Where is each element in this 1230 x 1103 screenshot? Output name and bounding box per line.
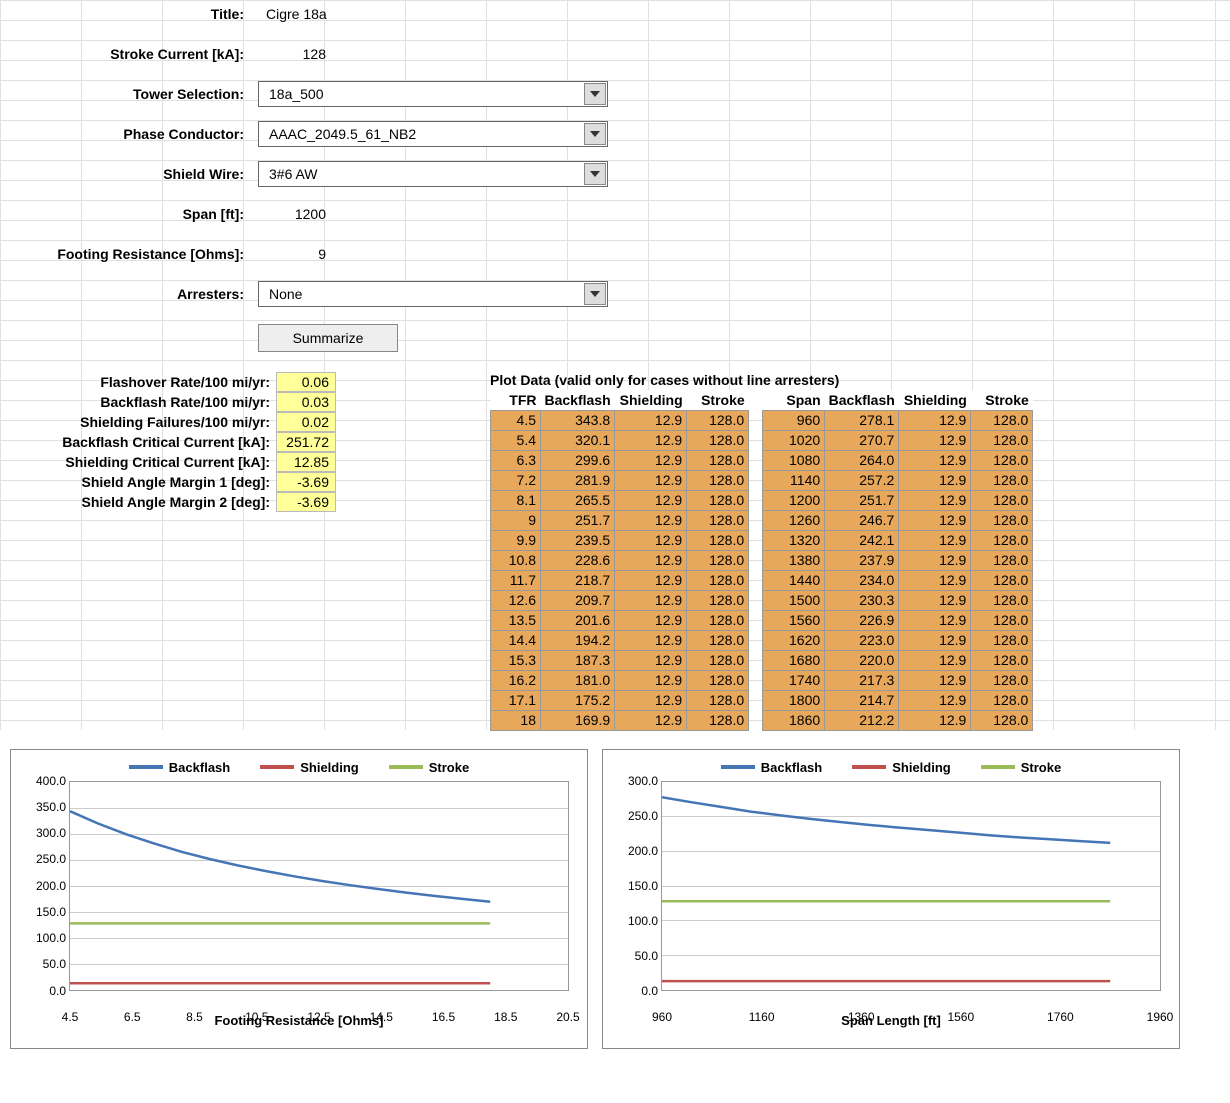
- phase-conductor-value: AAAC_2049.5_61_NB2: [259, 126, 583, 142]
- result-label: Shielding Failures/100 mi/yr:: [0, 414, 276, 430]
- table-row: 13.5201.612.9128.01560226.912.9128.0: [491, 610, 1033, 630]
- chevron-down-icon[interactable]: [584, 283, 606, 305]
- result-label: Shielding Critical Current [kA]:: [0, 454, 276, 470]
- table-row: 12.6209.712.9128.01500230.312.9128.0: [491, 590, 1033, 610]
- result-row: Shielding Failures/100 mi/yr:0.02: [0, 412, 340, 432]
- x-axis-label: Span Length [ft]: [613, 1013, 1169, 1028]
- result-label: Backflash Critical Current [kA]:: [0, 434, 276, 450]
- header-backflash-1: Backflash: [541, 390, 615, 410]
- title-value[interactable]: Cigre 18a: [258, 6, 598, 22]
- legend-backflash: Backflash: [721, 760, 822, 775]
- arresters-label: Arresters:: [0, 286, 258, 302]
- legend-shielding: Shielding: [852, 760, 951, 775]
- charts-row: Backflash Shielding Stroke Critical Curr…: [10, 749, 1220, 1049]
- table-row: 18169.912.9128.01860212.212.9128.0: [491, 710, 1033, 730]
- result-label: Shield Angle Margin 1 [deg]:: [0, 474, 276, 490]
- result-row: Flashover Rate/100 mi/yr:0.06: [0, 372, 340, 392]
- result-row: Backflash Rate/100 mi/yr:0.03: [0, 392, 340, 412]
- shield-wire-dropdown[interactable]: 3#6 AW: [258, 161, 608, 187]
- legend-shielding: Shielding: [260, 760, 359, 775]
- table-row: 8.1265.512.9128.01200251.712.9128.0: [491, 490, 1033, 510]
- tower-selection-value: 18a_500: [259, 86, 583, 102]
- table-row: 4.5343.812.9128.0960278.112.9128.0: [491, 410, 1033, 430]
- arresters-value: None: [259, 286, 583, 302]
- summarize-button[interactable]: Summarize: [258, 324, 398, 352]
- header-span: Span: [763, 390, 825, 410]
- header-shielding-1: Shielding: [615, 390, 687, 410]
- table-row: 9.9239.512.9128.01320242.112.9128.0: [491, 530, 1033, 550]
- table-row: 17.1175.212.9128.01800214.712.9128.0: [491, 690, 1033, 710]
- footing-resistance-label: Footing Resistance [Ohms]:: [0, 246, 258, 262]
- arresters-dropdown[interactable]: None: [258, 281, 608, 307]
- result-value: -3.69: [276, 492, 336, 512]
- span-value[interactable]: 1200: [258, 206, 338, 222]
- table-row: 15.3187.312.9128.01680220.012.9128.0: [491, 650, 1033, 670]
- table-row: 7.2281.912.9128.01140257.212.9128.0: [491, 470, 1033, 490]
- result-value: -3.69: [276, 472, 336, 492]
- stroke-current-label: Stroke Current [kA]:: [0, 46, 258, 62]
- table-row: 5.4320.112.9128.01020270.712.9128.0: [491, 430, 1033, 450]
- plot-area: 0.050.0100.0150.0200.0250.0300.0350.0400…: [69, 781, 569, 991]
- result-value: 0.02: [276, 412, 336, 432]
- header-tfr: TFR: [491, 390, 541, 410]
- plot-data-panel: Plot Data (valid only for cases without …: [490, 372, 1230, 731]
- result-row: Shield Angle Margin 2 [deg]:-3.69: [0, 492, 340, 512]
- stroke-current-value[interactable]: 128: [258, 46, 338, 62]
- input-form: Title: Cigre 18a Stroke Current [kA]: 12…: [0, 0, 1230, 352]
- result-label: Shield Angle Margin 2 [deg]:: [0, 494, 276, 510]
- tower-selection-label: Tower Selection:: [0, 86, 258, 102]
- result-value: 0.03: [276, 392, 336, 412]
- result-row: Shield Angle Margin 1 [deg]:-3.69: [0, 472, 340, 492]
- result-value: 12.85: [276, 452, 336, 472]
- chart-footing-resistance: Backflash Shielding Stroke Critical Curr…: [10, 749, 588, 1049]
- span-label: Span [ft]:: [0, 206, 258, 222]
- plot-data-table: TFR Backflash Shielding Stroke Span Back…: [490, 390, 1033, 731]
- result-row: Backflash Critical Current [kA]:251.72: [0, 432, 340, 452]
- header-shielding-2: Shielding: [899, 390, 971, 410]
- legend-backflash: Backflash: [129, 760, 230, 775]
- results-panel: Flashover Rate/100 mi/yr:0.06Backflash R…: [0, 372, 340, 731]
- phase-conductor-dropdown[interactable]: AAAC_2049.5_61_NB2: [258, 121, 608, 147]
- table-row: 14.4194.212.9128.01620223.012.9128.0: [491, 630, 1033, 650]
- table-row: 9251.712.9128.01260246.712.9128.0: [491, 510, 1033, 530]
- table-row: 10.8228.612.9128.01380237.912.9128.0: [491, 550, 1033, 570]
- result-label: Backflash Rate/100 mi/yr:: [0, 394, 276, 410]
- header-backflash-2: Backflash: [825, 390, 899, 410]
- legend-stroke: Stroke: [981, 760, 1061, 775]
- chart-legend: Backflash Shielding Stroke: [613, 760, 1169, 775]
- chart-legend: Backflash Shielding Stroke: [21, 760, 577, 775]
- chevron-down-icon[interactable]: [584, 83, 606, 105]
- title-label: Title:: [0, 6, 258, 22]
- plot-data-title: Plot Data (valid only for cases without …: [490, 372, 1230, 390]
- table-row: 16.2181.012.9128.01740217.312.9128.0: [491, 670, 1033, 690]
- footing-resistance-value[interactable]: 9: [258, 246, 338, 262]
- result-value: 0.06: [276, 372, 336, 392]
- header-stroke-2: Stroke: [971, 390, 1033, 410]
- plot-area: 0.050.0100.0150.0200.0250.0300.096011601…: [661, 781, 1161, 991]
- legend-stroke: Stroke: [389, 760, 469, 775]
- phase-conductor-label: Phase Conductor:: [0, 126, 258, 142]
- chevron-down-icon[interactable]: [584, 123, 606, 145]
- shield-wire-label: Shield Wire:: [0, 166, 258, 182]
- chart-span-length: Backflash Shielding Stroke Critical Curr…: [602, 749, 1180, 1049]
- result-row: Shielding Critical Current [kA]:12.85: [0, 452, 340, 472]
- tower-selection-dropdown[interactable]: 18a_500: [258, 81, 608, 107]
- result-value: 251.72: [276, 432, 336, 452]
- table-row: 6.3299.612.9128.01080264.012.9128.0: [491, 450, 1033, 470]
- shield-wire-value: 3#6 AW: [259, 166, 583, 182]
- header-stroke-1: Stroke: [687, 390, 749, 410]
- table-row: 11.7218.712.9128.01440234.012.9128.0: [491, 570, 1033, 590]
- chevron-down-icon[interactable]: [584, 163, 606, 185]
- result-label: Flashover Rate/100 mi/yr:: [0, 374, 276, 390]
